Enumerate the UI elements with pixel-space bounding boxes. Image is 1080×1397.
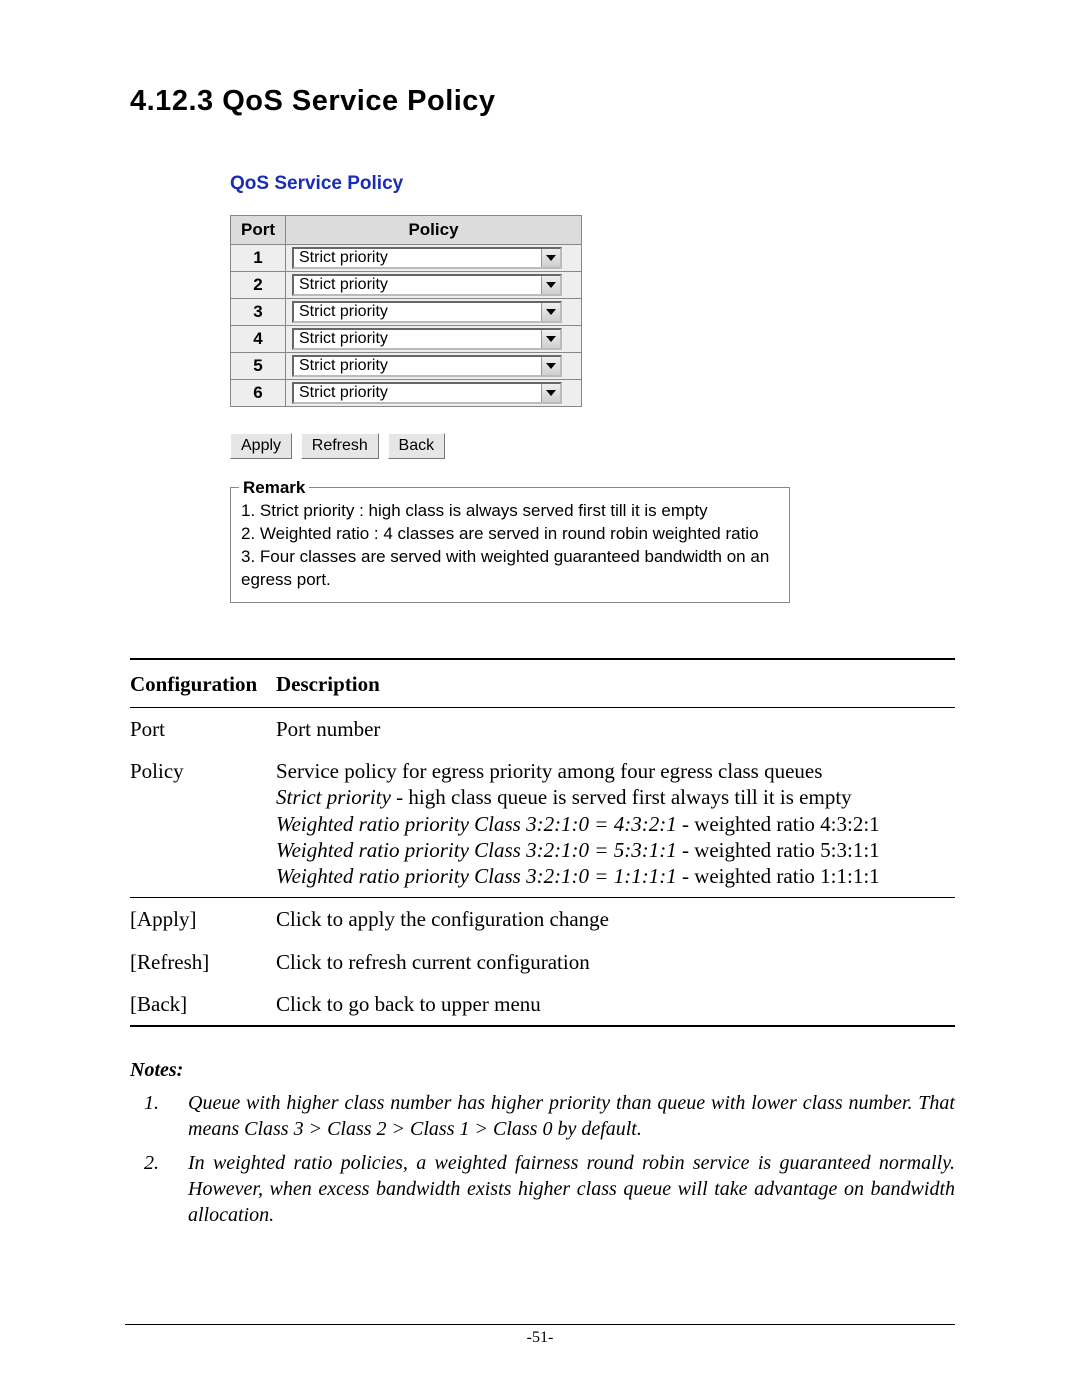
policy-dropdown[interactable]: Strict priority	[292, 301, 562, 323]
table-row: 6 Strict priority	[231, 380, 582, 407]
cfg-key: [Apply]	[130, 898, 276, 940]
embedded-ui-screenshot: QoS Service Policy Port Policy 1 Strict p…	[230, 173, 790, 603]
cfg-value: Service policy for egress priority among…	[276, 750, 955, 897]
table-header-row: Port Policy	[231, 216, 582, 245]
remark-legend: Remark	[239, 477, 309, 500]
refresh-button[interactable]: Refresh	[301, 433, 379, 459]
back-button[interactable]: Back	[388, 433, 446, 459]
chevron-down-icon	[541, 276, 560, 294]
policy-dropdown[interactable]: Strict priority	[292, 355, 562, 377]
port-number-cell: 3	[231, 299, 286, 326]
notes-item-number: 1.	[130, 1090, 188, 1142]
port-policy-table: Port Policy 1 Strict priority 2 Strict prio…	[230, 215, 582, 407]
port-number-cell: 1	[231, 245, 286, 272]
page: 4.12.3 QoS Service Policy QoS Service Po…	[0, 0, 1080, 1397]
remark-line: 3. Four classes are served with weighted…	[241, 546, 779, 592]
port-number-cell: 2	[231, 272, 286, 299]
col-header-policy: Policy	[286, 216, 582, 245]
policy-line-italic: Strict priority	[276, 785, 391, 809]
policy-line: - weighted ratio 4:3:2:1	[677, 812, 880, 836]
apply-button[interactable]: Apply	[230, 433, 292, 459]
notes-item: 1. Queue with higher class number has hi…	[130, 1090, 955, 1142]
cfg-key: Policy	[130, 750, 276, 897]
policy-cell: Strict priority	[286, 299, 582, 326]
table-row: Policy Service policy for egress priorit…	[130, 750, 955, 897]
cfg-value: Click to refresh current configuration	[276, 941, 955, 983]
cfg-key: [Refresh]	[130, 941, 276, 983]
table-row: [Back] Click to go back to upper menu	[130, 983, 955, 1025]
dropdown-value: Strict priority	[294, 276, 393, 294]
desc-header-desc: Description	[276, 660, 955, 707]
cfg-key: [Back]	[130, 983, 276, 1025]
port-number-cell: 6	[231, 380, 286, 407]
section-heading: 4.12.3 QoS Service Policy	[130, 85, 955, 118]
policy-dropdown[interactable]: Strict priority	[292, 247, 562, 269]
table-row: 5 Strict priority	[231, 353, 582, 380]
policy-line-italic: Weighted ratio priority Class 3:2:1:0 = …	[276, 838, 677, 862]
remark-line: 2. Weighted ratio : 4 classes are served…	[241, 523, 779, 546]
policy-line: Service policy for egress priority among…	[276, 759, 822, 783]
chevron-down-icon	[541, 249, 560, 267]
policy-cell: Strict priority	[286, 326, 582, 353]
table-divider	[130, 1025, 955, 1027]
button-row: Apply Refresh Back	[230, 433, 790, 459]
notes-title: Notes:	[130, 1059, 955, 1082]
policy-line: - weighted ratio 5:3:1:1	[677, 838, 880, 862]
chevron-down-icon	[541, 384, 560, 402]
cfg-value: Port number	[276, 708, 955, 750]
desc-header-config: Configuration	[130, 660, 276, 707]
table-row: 3 Strict priority	[231, 299, 582, 326]
dropdown-value: Strict priority	[294, 249, 393, 267]
cfg-key: Port	[130, 708, 276, 750]
table-row: 2 Strict priority	[231, 272, 582, 299]
cfg-value: Click to apply the configuration change	[276, 898, 955, 940]
section-heading-number: 4.12.3	[130, 85, 214, 117]
table-row: [Apply] Click to apply the configuration…	[130, 898, 955, 940]
notes-item-number: 2.	[130, 1150, 188, 1228]
table-row: 1 Strict priority	[231, 245, 582, 272]
notes-item: 2. In weighted ratio policies, a weighte…	[130, 1150, 955, 1228]
notes-item-text: In weighted ratio policies, a weighted f…	[188, 1150, 955, 1228]
table-row: 4 Strict priority	[231, 326, 582, 353]
dropdown-value: Strict priority	[294, 384, 393, 402]
remark-box: Remark 1. Strict priority : high class i…	[230, 487, 790, 603]
port-number-cell: 5	[231, 353, 286, 380]
chevron-down-icon	[541, 330, 560, 348]
footer-divider	[125, 1324, 955, 1325]
port-number-cell: 4	[231, 326, 286, 353]
policy-line-italic: Weighted ratio priority Class 3:2:1:0 = …	[276, 812, 677, 836]
section-heading-text: QoS Service Policy	[222, 85, 495, 117]
chevron-down-icon	[541, 357, 560, 375]
policy-dropdown[interactable]: Strict priority	[292, 274, 562, 296]
table-header-row: Configuration Description	[130, 660, 955, 707]
dropdown-value: Strict priority	[294, 357, 393, 375]
policy-cell: Strict priority	[286, 380, 582, 407]
policy-cell: Strict priority	[286, 353, 582, 380]
chevron-down-icon	[541, 303, 560, 321]
configuration-description-table: Configuration Description Port Port numb…	[130, 660, 955, 1025]
col-header-port: Port	[231, 216, 286, 245]
policy-cell: Strict priority	[286, 272, 582, 299]
policy-dropdown[interactable]: Strict priority	[292, 328, 562, 350]
page-footer: -51-	[125, 1324, 955, 1347]
policy-line: - weighted ratio 1:1:1:1	[677, 864, 880, 888]
page-number: -51-	[527, 1329, 554, 1346]
table-row: Port Port number	[130, 708, 955, 750]
remark-line: 1. Strict priority : high class is alway…	[241, 500, 779, 523]
notes-item-text: Queue with higher class number has highe…	[188, 1090, 955, 1142]
policy-line: - high class queue is served first alway…	[391, 785, 852, 809]
dropdown-value: Strict priority	[294, 303, 393, 321]
ui-title: QoS Service Policy	[230, 173, 790, 195]
policy-line-italic: Weighted ratio priority Class 3:2:1:0 = …	[276, 864, 677, 888]
policy-dropdown[interactable]: Strict priority	[292, 382, 562, 404]
notes-section: Notes: 1. Queue with higher class number…	[130, 1059, 955, 1228]
cfg-value: Click to go back to upper menu	[276, 983, 955, 1025]
table-row: [Refresh] Click to refresh current confi…	[130, 941, 955, 983]
dropdown-value: Strict priority	[294, 330, 393, 348]
policy-cell: Strict priority	[286, 245, 582, 272]
